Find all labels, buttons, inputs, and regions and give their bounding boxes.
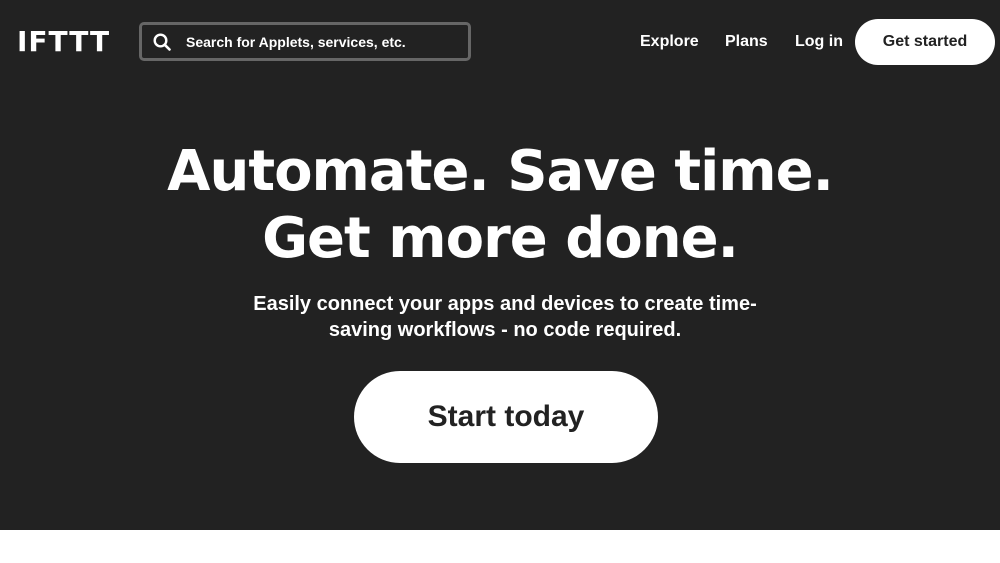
- hero-section: IFTTT Explore Plans Log in Get started A…: [0, 0, 1000, 530]
- hero-headline: Automate. Save time. Get more done.: [0, 138, 1000, 272]
- nav-explore-link[interactable]: Explore: [640, 32, 699, 52]
- search-icon: [152, 32, 172, 52]
- nav-plans-link[interactable]: Plans: [725, 32, 768, 52]
- nav-login-link[interactable]: Log in: [795, 32, 843, 52]
- get-started-button[interactable]: Get started: [855, 19, 995, 65]
- hero-headline-line2: Get more done.: [262, 206, 739, 271]
- search-input[interactable]: [186, 25, 468, 58]
- start-today-button[interactable]: Start today: [354, 371, 658, 463]
- search-bar[interactable]: [139, 22, 471, 61]
- hero-subtitle: Easily connect your apps and devices to …: [253, 293, 757, 341]
- hero-headline-line1: Automate. Save time.: [167, 139, 834, 204]
- ifttt-logo[interactable]: IFTTT: [17, 28, 110, 56]
